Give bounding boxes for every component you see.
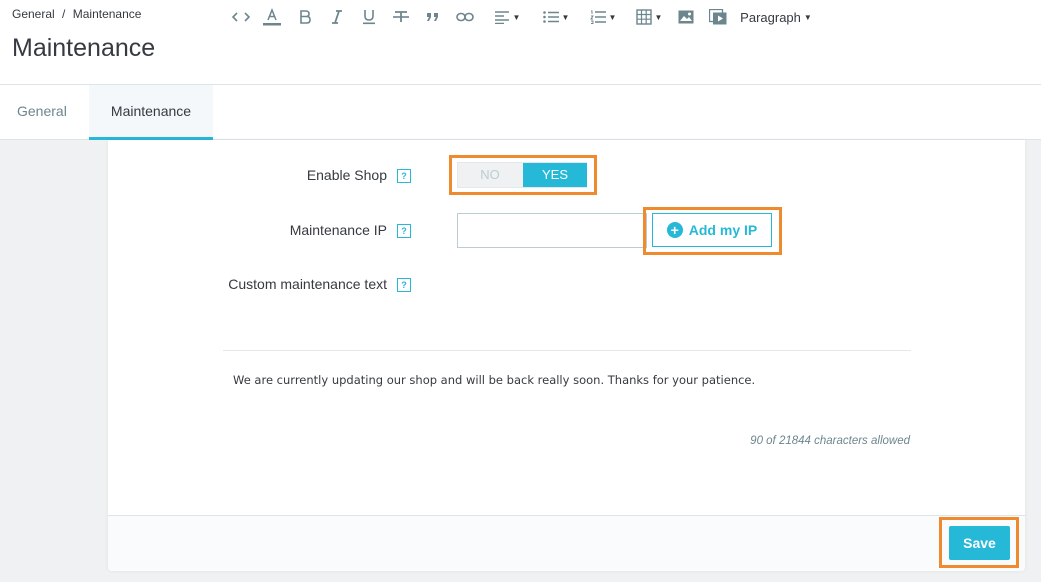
caret-down-icon: ▼	[803, 12, 812, 22]
add-my-ip-label: Add my IP	[688, 222, 758, 238]
tab-general[interactable]: General	[0, 85, 89, 140]
underline-icon[interactable]	[360, 8, 378, 26]
help-icon[interactable]: ?	[397, 278, 411, 292]
media-icon[interactable]	[708, 8, 728, 26]
caret-down-icon: ▼	[512, 12, 521, 22]
character-count: 90 of 21844 characters allowed	[750, 435, 910, 447]
bullet-list-icon[interactable]: ▼	[537, 8, 575, 26]
format-dropdown[interactable]: Paragraph ▼	[738, 8, 814, 26]
breadcrumb-separator: /	[62, 7, 66, 21]
source-code-icon[interactable]	[231, 8, 251, 26]
strikethrough-icon[interactable]	[392, 8, 410, 26]
maintenance-ip-input[interactable]	[457, 213, 647, 248]
custom-text-label: Custom maintenance text	[228, 276, 387, 292]
link-icon[interactable]	[455, 8, 475, 26]
breadcrumb-current: Maintenance	[72, 7, 142, 21]
numbered-list-icon[interactable]: ▼	[584, 8, 622, 26]
bold-icon[interactable]	[296, 8, 314, 26]
breadcrumb: General / Maintenance	[12, 7, 141, 21]
blockquote-icon[interactable]	[424, 8, 442, 26]
editor-toolbar	[223, 317, 911, 351]
add-my-ip-button[interactable]: + Add my IP	[652, 213, 772, 247]
switch-option-no[interactable]: NO	[458, 163, 522, 187]
tab-bar: General Maintenance	[0, 85, 1041, 140]
page-title: Maintenance	[12, 34, 156, 62]
caret-down-icon: ▼	[654, 12, 663, 22]
table-icon[interactable]: ▼	[632, 8, 666, 26]
caret-down-icon: ▼	[561, 12, 570, 22]
editor-content[interactable]: We are currently updating our shop and w…	[233, 373, 755, 387]
breadcrumb-parent[interactable]: General	[12, 7, 55, 21]
italic-icon[interactable]	[328, 8, 346, 26]
save-button[interactable]: Save	[949, 526, 1010, 560]
card-footer	[108, 515, 1025, 571]
image-icon[interactable]	[677, 8, 695, 26]
caret-down-icon: ▼	[608, 12, 617, 22]
maintenance-form-card	[108, 140, 1025, 571]
tab-maintenance[interactable]: Maintenance	[89, 85, 213, 140]
plus-circle-icon: +	[666, 222, 683, 238]
align-dropdown-icon[interactable]: ▼	[488, 8, 526, 26]
help-icon[interactable]: ?	[397, 169, 411, 183]
text-color-icon[interactable]	[262, 8, 282, 26]
maintenance-ip-label: Maintenance IP	[289, 222, 387, 238]
switch-option-yes[interactable]: YES	[523, 163, 587, 187]
enable-shop-label: Enable Shop	[306, 167, 387, 183]
format-dropdown-label: Paragraph	[740, 9, 801, 25]
enable-shop-switch[interactable]: NO YES	[457, 162, 587, 188]
help-icon[interactable]: ?	[397, 224, 411, 238]
